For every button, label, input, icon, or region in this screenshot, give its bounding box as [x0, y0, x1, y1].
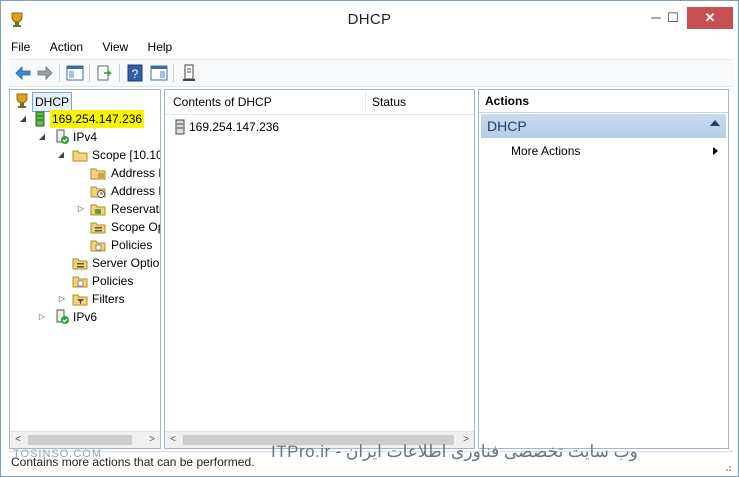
close-button[interactable]: ✕	[687, 7, 733, 29]
title-bar[interactable]: DHCP ─ ☐ ✕	[1, 1, 738, 37]
actions-section-dhcp[interactable]: DHCP	[481, 114, 726, 138]
column-status[interactable]: Status	[372, 95, 406, 109]
actions-title: Actions	[485, 94, 530, 108]
column-contents[interactable]: Contents of DHCP	[173, 95, 272, 109]
show-hide-tree-icon[interactable]	[65, 63, 85, 83]
scope-options-icon	[90, 222, 106, 234]
back-arrow-icon[interactable]	[13, 63, 33, 83]
policies-icon	[72, 276, 88, 288]
address-pool-icon	[90, 168, 106, 180]
collapse-triangle-icon[interactable]: ◢	[37, 128, 47, 146]
expand-triangle-icon[interactable]: ▷	[37, 308, 47, 326]
tree-item-ipv4[interactable]: ◢ IPv4	[10, 128, 160, 146]
tree-label-ipv4: IPv4	[73, 130, 98, 144]
actions-pane: Actions DHCP More Actions	[478, 89, 729, 449]
list-column-header: Contents of DHCP Status	[165, 90, 474, 115]
watermark-rtl: وب سایت تخصصی فناوری اطلاعات ایران - ITP…	[271, 442, 638, 461]
tree-label-filters: Filters	[92, 292, 125, 306]
toolbar-separator	[119, 64, 120, 82]
menu-action[interactable]: Action	[48, 39, 85, 55]
tree-label-address-pool: Address P	[111, 166, 161, 180]
address-leases-icon	[90, 186, 106, 198]
scroll-thumb[interactable]	[28, 435, 132, 445]
tree-item-dhcp-root[interactable]: DHCP	[12, 92, 160, 112]
reservations-icon	[90, 204, 106, 216]
contents-pane[interactable]: Contents of DHCP Status 169.254.147.236 …	[164, 89, 475, 449]
server-icon	[175, 119, 185, 135]
collapse-triangle-icon[interactable]: ◢	[56, 146, 66, 164]
tree-label-address-leases: Address L	[111, 184, 161, 198]
ipv6-check-icon	[56, 309, 69, 324]
toolbar-separator	[59, 64, 60, 82]
resize-grip-icon[interactable]	[722, 462, 732, 472]
tree-label-policies: Policies	[92, 274, 134, 288]
scroll-right-icon[interactable]: >	[144, 432, 160, 448]
tree-horizontal-scrollbar[interactable]: < >	[10, 431, 160, 448]
tree-item-filters[interactable]: ▷ Filters	[10, 290, 160, 308]
toolbar-separator	[173, 64, 174, 82]
watermark-left: TOSINSO.COM	[13, 448, 103, 460]
actions-header: Actions	[479, 90, 728, 113]
tree-label-server: 169.254.147.236	[50, 110, 145, 128]
tree-label-ipv6: IPv6	[73, 310, 98, 324]
menu-bar: File Action View Help	[9, 39, 186, 57]
export-list-icon[interactable]	[95, 63, 115, 83]
collapse-triangle-icon[interactable]: ◢	[18, 110, 28, 128]
tree-item-server-options[interactable]: Server Option	[10, 254, 160, 272]
svg-text:?: ?	[132, 67, 139, 81]
tree-item-scope-policies[interactable]: Policies	[10, 236, 160, 254]
tree-item-server[interactable]: ◢ 169.254.147.236	[10, 110, 160, 128]
scroll-left-icon[interactable]: <	[165, 432, 181, 448]
filters-icon	[72, 294, 88, 306]
server-icon[interactable]	[179, 63, 199, 83]
forward-arrow-icon[interactable]	[35, 63, 55, 83]
expand-triangle-icon[interactable]: ▷	[57, 290, 67, 308]
toolbar: ?	[9, 59, 733, 87]
folder-icon	[72, 150, 88, 162]
toolbar-separator	[89, 64, 90, 82]
window-title: DHCP	[347, 11, 392, 28]
help-icon[interactable]: ?	[125, 63, 145, 83]
server-options-icon	[72, 258, 88, 270]
show-hide-action-pane-icon[interactable]	[149, 63, 169, 83]
collapse-up-icon[interactable]	[710, 120, 720, 126]
tree-label-reservations: Reservati	[111, 202, 161, 216]
tree-label-dhcp: DHCP	[32, 92, 73, 112]
console-tree-pane[interactable]: DHCP ◢ 169.254.147.236 ◢ IPv4 ◢ Scope [1…	[9, 89, 161, 449]
tree-item-ipv6[interactable]: ▷ IPv6	[10, 308, 160, 326]
submenu-arrow-icon	[713, 147, 718, 155]
tree-item-address-leases[interactable]: Address L	[10, 182, 160, 200]
tree-item-scope-options[interactable]: Scope Op	[10, 218, 160, 236]
server-green-icon	[35, 111, 45, 127]
dhcp-window: DHCP ─ ☐ ✕ File Action View Help ? DHCP …	[0, 0, 739, 477]
policies-icon	[90, 240, 106, 252]
column-divider[interactable]	[365, 92, 366, 112]
scroll-left-icon[interactable]: <	[10, 432, 26, 448]
tree-item-reservations[interactable]: ▷ Reservati	[10, 200, 160, 218]
list-item-name: 169.254.147.236	[189, 120, 280, 134]
more-actions-item[interactable]: More Actions	[511, 142, 722, 160]
tree-label-scope: Scope [10.10	[92, 148, 161, 162]
tree-item-policies[interactable]: Policies	[10, 272, 160, 290]
menu-view[interactable]: View	[100, 39, 130, 55]
tree-item-scope[interactable]: ◢ Scope [10.10	[10, 146, 160, 164]
menu-file[interactable]: File	[9, 39, 32, 55]
tree-label-server-options: Server Option	[92, 256, 161, 270]
tree-label-scope-policies: Policies	[111, 238, 153, 252]
more-actions-label: More Actions	[511, 144, 581, 158]
tree-label-scope-options: Scope Op	[111, 220, 161, 234]
tree-item-address-pool[interactable]: Address P	[10, 164, 160, 182]
menu-help[interactable]: Help	[146, 39, 175, 55]
trophy-icon	[16, 93, 28, 108]
expand-triangle-icon[interactable]: ▷	[76, 200, 86, 218]
maximize-button[interactable]: ☐	[658, 7, 688, 29]
ipv4-check-icon	[56, 129, 69, 144]
actions-section-label: DHCP	[487, 118, 527, 134]
